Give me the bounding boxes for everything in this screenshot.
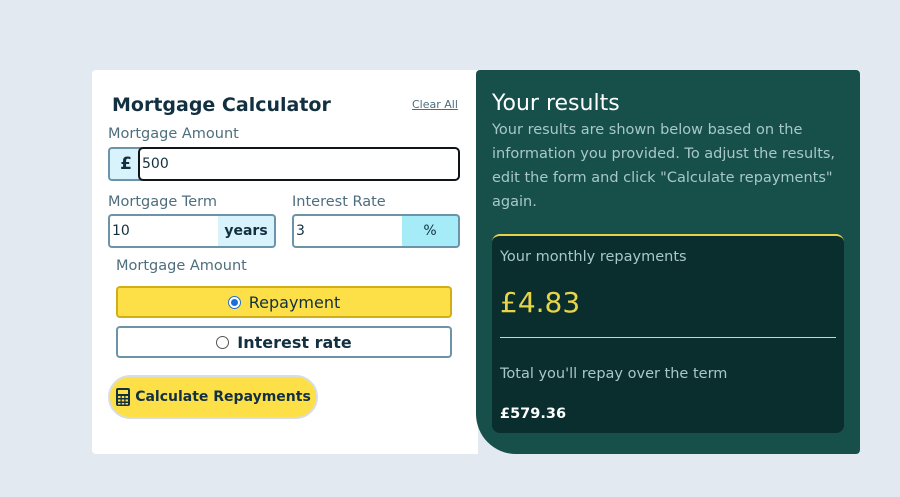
mortgage-term-input[interactable] [108,214,220,248]
calculate-button-label: Calculate Repayments [135,389,311,405]
radio-option-interest-rate[interactable]: Interest rate [116,326,452,358]
total-repay-value: £579.36 [500,406,567,422]
mortgage-amount-input[interactable] [138,147,460,181]
radio-option-repayment[interactable]: Repayment [116,286,452,318]
summary-divider [500,337,836,338]
currency-prefix: £ [108,147,142,181]
results-description: Your results are shown below based on th… [492,122,836,210]
radio-selected-icon[interactable] [227,295,241,309]
calculate-repayments-button[interactable]: Calculate Repayments [108,375,318,419]
mortgage-term-label: Mortgage Term [108,194,217,210]
total-repay-label: Total you'll repay over the term [500,366,728,382]
calculator-icon [116,388,131,406]
interest-rate-input[interactable] [292,214,404,248]
interest-rate-group: % [292,214,460,248]
form-panel: Mortgage Calculator Clear All Mortgage A… [92,70,478,454]
percent-suffix: % [402,214,460,248]
monthly-repayments-value: £4.83 [500,286,581,319]
mortgage-calculator-card: Mortgage Calculator Clear All Mortgage A… [92,70,860,454]
monthly-repayments-label: Your monthly repayments [500,249,687,265]
mortgage-type-label: Mortgage Amount [116,258,247,274]
mortgage-amount-label: Mortgage Amount [108,126,239,142]
mortgage-amount-group: £ [108,147,460,181]
interest-rate-label: Interest Rate [292,194,386,210]
page-title: Mortgage Calculator [112,94,331,116]
results-title: Your results [492,91,620,116]
clear-all-link[interactable]: Clear All [412,98,458,111]
radio-option-label: Interest rate [237,332,352,352]
radio-unselected-icon[interactable] [216,335,230,349]
results-panel: Your results Your results are shown belo… [476,70,860,454]
radio-option-label: Repayment [248,292,341,312]
mortgage-term-group: years [108,214,276,248]
results-summary-box: Your monthly repayments £4.83 Total you'… [492,234,844,433]
years-suffix: years [218,214,276,248]
